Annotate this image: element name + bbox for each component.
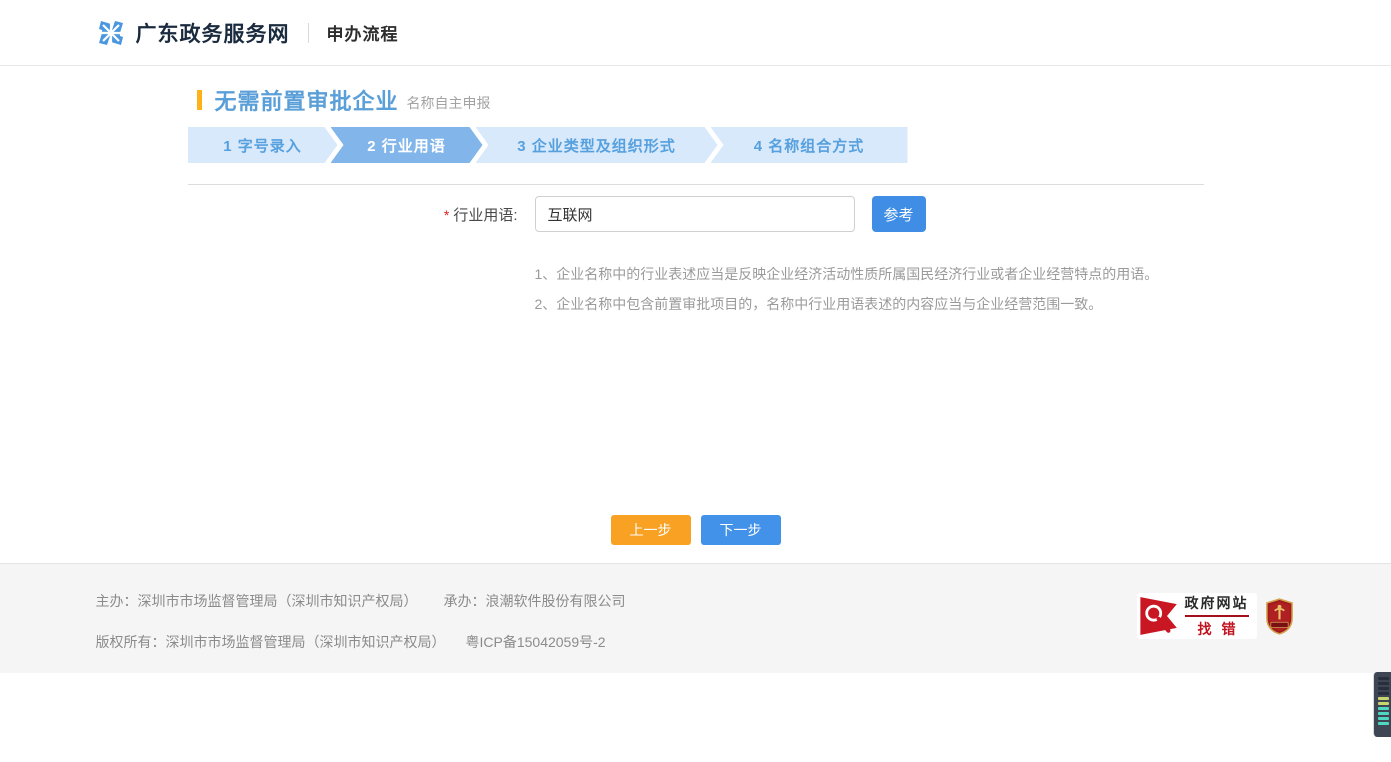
industry-term-label-text: 行业用语: — [453, 207, 517, 224]
title-accent-bar — [197, 90, 202, 110]
main-content: 无需前置审批企业 名称自主申报 1 字号录入 2 行业用语 3 企业类型及组织形… — [0, 66, 1391, 563]
widget-stripe — [1378, 682, 1389, 685]
previous-step-button[interactable]: 上一步 — [611, 515, 691, 545]
content-divider — [188, 184, 1204, 185]
step-1-company-name-entry[interactable]: 1 字号录入 — [188, 127, 338, 163]
hint-line-1: 1、企业名称中的行业表述应当是反映企业经济活动性质所属国民经济行业或者企业经营特… — [535, 264, 1204, 284]
step-2-label: 2 行业用语 — [367, 135, 446, 156]
header-section-title: 申办流程 — [327, 20, 399, 45]
footer-line-2: 版权所有：深圳市市场监督管理局（深圳市知识产权局） 粤ICP备15042059号-… — [96, 632, 1296, 652]
footer-container: 主办：深圳市市场监督管理局（深圳市知识产权局） 承办：浪潮软件股份有限公司 版权所… — [96, 564, 1296, 673]
page-title-row: 无需前置审批企业 名称自主申报 — [188, 86, 1204, 114]
footer-host-text: 主办：深圳市市场监督管理局（深圳市知识产权局） — [96, 593, 418, 609]
footer-line-1: 主办：深圳市市场监督管理局（深圳市知识产权局） 承办：浪潮软件股份有限公司 — [96, 591, 1296, 611]
header: 广东政务服务网 申办流程 — [0, 0, 1391, 66]
error-badge-text: 政府网站 找错 — [1185, 593, 1249, 639]
industry-term-label: *行业用语: — [188, 204, 518, 225]
footer-copyright-text: 版权所有：深圳市市场监督管理局（深圳市知识产权局） — [96, 634, 446, 650]
step-4-name-combination[interactable]: 4 名称组合方式 — [711, 127, 908, 163]
industry-term-form-row: *行业用语: 参考 — [188, 196, 1204, 232]
widget-stripe — [1378, 692, 1389, 695]
widget-stripe — [1378, 697, 1389, 700]
widget-stripe — [1378, 702, 1389, 705]
widget-stripe — [1378, 707, 1389, 710]
hint-line-2: 2、企业名称中包含前置审批项目的，名称中行业用语表述的内容应当与企业经营范围一致… — [535, 294, 1204, 314]
error-badge-line2: 找错 — [1185, 619, 1249, 639]
step-1-label: 1 字号录入 — [223, 135, 302, 156]
step-wizard: 1 字号录入 2 行业用语 3 企业类型及组织形式 4 名称组合方式 — [188, 127, 908, 163]
footer-badges: 政府网站 找错 — [1137, 593, 1294, 639]
footer: 主办：深圳市市场监督管理局（深圳市知识产权局） 承办：浪潮软件股份有限公司 版权所… — [0, 563, 1391, 673]
wizard-actions: 上一步 下一步 — [188, 515, 1204, 545]
required-asterisk: * — [444, 207, 449, 223]
edge-widget-color-indicator[interactable] — [1373, 672, 1391, 737]
header-divider — [308, 23, 309, 43]
error-badge-line1: 政府网站 — [1185, 593, 1249, 617]
step-4-label: 4 名称组合方式 — [754, 135, 865, 156]
next-step-button[interactable]: 下一步 — [701, 515, 781, 545]
widget-stripe — [1378, 677, 1389, 680]
widget-stripe — [1378, 687, 1389, 690]
footer-text-lines: 主办：深圳市市场监督管理局（深圳市知识产权局） 承办：浪潮软件股份有限公司 版权所… — [96, 564, 1296, 652]
widget-stripe — [1378, 712, 1389, 715]
widget-stripe — [1378, 722, 1389, 725]
step-3-label: 3 企业类型及组织形式 — [517, 135, 676, 156]
step-3-enterprise-type[interactable]: 3 企业类型及组织形式 — [476, 127, 718, 163]
widget-stripe — [1378, 717, 1389, 720]
site-name: 广东政务服务网 — [136, 18, 290, 48]
website-error-report-badge[interactable]: 政府网站 找错 — [1137, 593, 1257, 639]
hint-list: 1、企业名称中的行业表述应当是反映企业经济活动性质所属国民经济行业或者企业经营特… — [535, 264, 1204, 314]
footer-icp-text: 粤ICP备15042059号-2 — [466, 634, 606, 650]
content-container: 无需前置审批企业 名称自主申报 1 字号录入 2 行业用语 3 企业类型及组织形… — [188, 66, 1204, 545]
red-shield-emblem-icon[interactable] — [1265, 598, 1294, 635]
header-container: 广东政务服务网 申办流程 — [96, 0, 1296, 65]
step-2-industry-term[interactable]: 2 行业用语 — [331, 127, 483, 163]
footer-undertake-text: 承办：浪潮软件股份有限公司 — [444, 593, 626, 609]
page-title: 无需前置审批企业 — [215, 84, 399, 116]
magnifier-flag-icon — [1139, 594, 1181, 638]
industry-term-input[interactable] — [535, 196, 855, 232]
page-subtitle: 名称自主申报 — [407, 93, 491, 113]
reference-button[interactable]: 参考 — [872, 196, 926, 232]
site-logo-icon[interactable] — [96, 18, 126, 48]
